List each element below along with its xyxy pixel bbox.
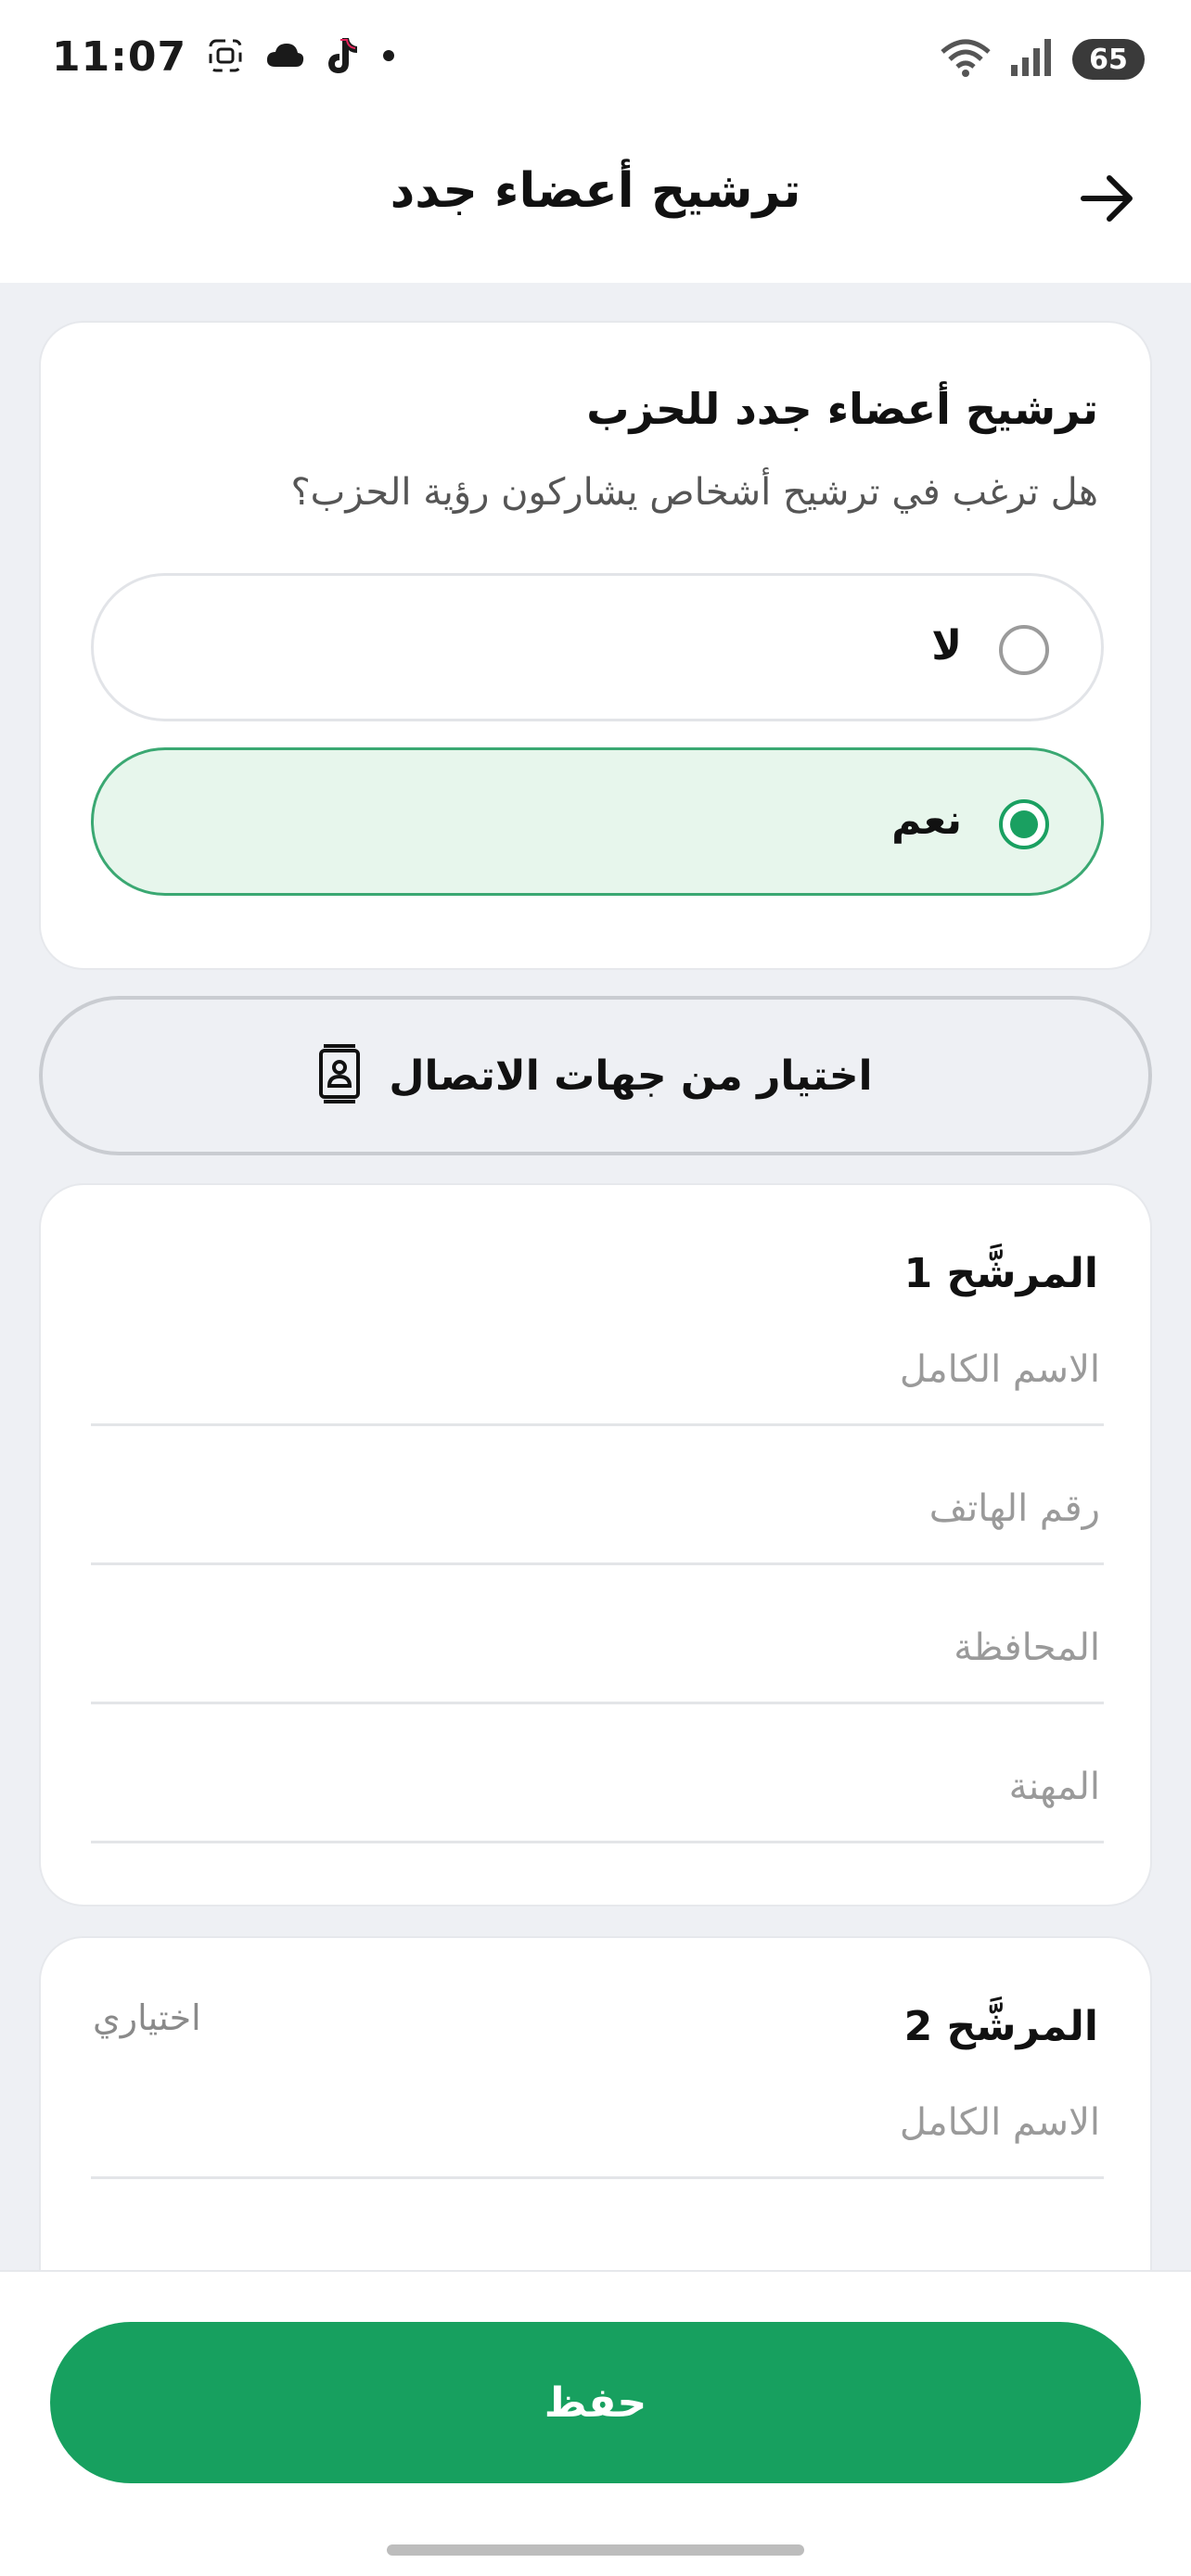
tiktok-icon [326,36,359,79]
candidate-1-card: المرشَّح 1 [39,1183,1152,1906]
option-no[interactable]: لا [91,573,1104,721]
candidate-2-fullname-field[interactable] [91,2068,1104,2179]
choose-from-contacts-button[interactable]: اختيار من جهات الاتصال [39,996,1152,1155]
candidate-1-phone-field[interactable] [91,1454,1104,1565]
contacts-button-label: اختيار من جهات الاتصال [389,1052,873,1100]
nomination-question-card: ترشيح أعضاء جدد للحزب هل ترغب في ترشيح أ… [39,321,1152,970]
question-subtitle: هل ترغب في ترشيح أشخاص يشاركون رؤية الحز… [290,471,1098,514]
status-bar: 11:07 65 [0,0,1191,121]
candidate-1-title: المرشَّح 1 [903,1250,1098,1297]
status-bar-left: 11:07 [52,33,398,81]
contacts-book-icon [318,1043,361,1108]
candidate-1-fullname-input[interactable] [91,1347,1104,1391]
dot-icon [379,46,398,69]
status-bar-right: 65 [939,37,1145,82]
candidate-1-governorate-field[interactable] [91,1593,1104,1704]
optional-label: اختياري [93,1997,201,2038]
candidate-1-profession-input[interactable] [91,1765,1104,1808]
bottom-bar: حفظ [0,2270,1191,2576]
candidate-1-profession-field[interactable] [91,1732,1104,1843]
save-button[interactable]: حفظ [50,2322,1141,2483]
option-no-label: لا [931,622,962,670]
candidate-1-governorate-input[interactable] [91,1626,1104,1669]
radio-yes[interactable] [999,799,1049,849]
signal-icon [1009,37,1056,82]
page-title: ترشيح أعضاء جدد [390,163,801,219]
option-yes[interactable]: نعم [91,747,1104,896]
wifi-icon [939,37,992,82]
radio-no[interactable] [999,625,1049,675]
home-indicator [387,2544,804,2556]
screen: 11:07 65 ترشيح أعضاء جدد ترشيح أعضاء جدد… [0,0,1191,2576]
app-header: ترشيح أعضاء جدد [0,121,1191,283]
candidate-1-fullname-field[interactable] [91,1315,1104,1426]
option-yes-label: نعم [891,797,962,844]
cloud-icon [264,41,305,74]
question-title: ترشيح أعضاء جدد للحزب [586,384,1098,434]
candidate-2-title: المرشَّح 2 [903,2003,1098,2050]
candidate-1-phone-input[interactable] [91,1486,1104,1530]
status-time: 11:07 [52,33,187,81]
battery-indicator: 65 [1072,39,1145,80]
screenshot-icon [207,37,244,78]
candidate-2-fullname-input[interactable] [91,2100,1104,2144]
